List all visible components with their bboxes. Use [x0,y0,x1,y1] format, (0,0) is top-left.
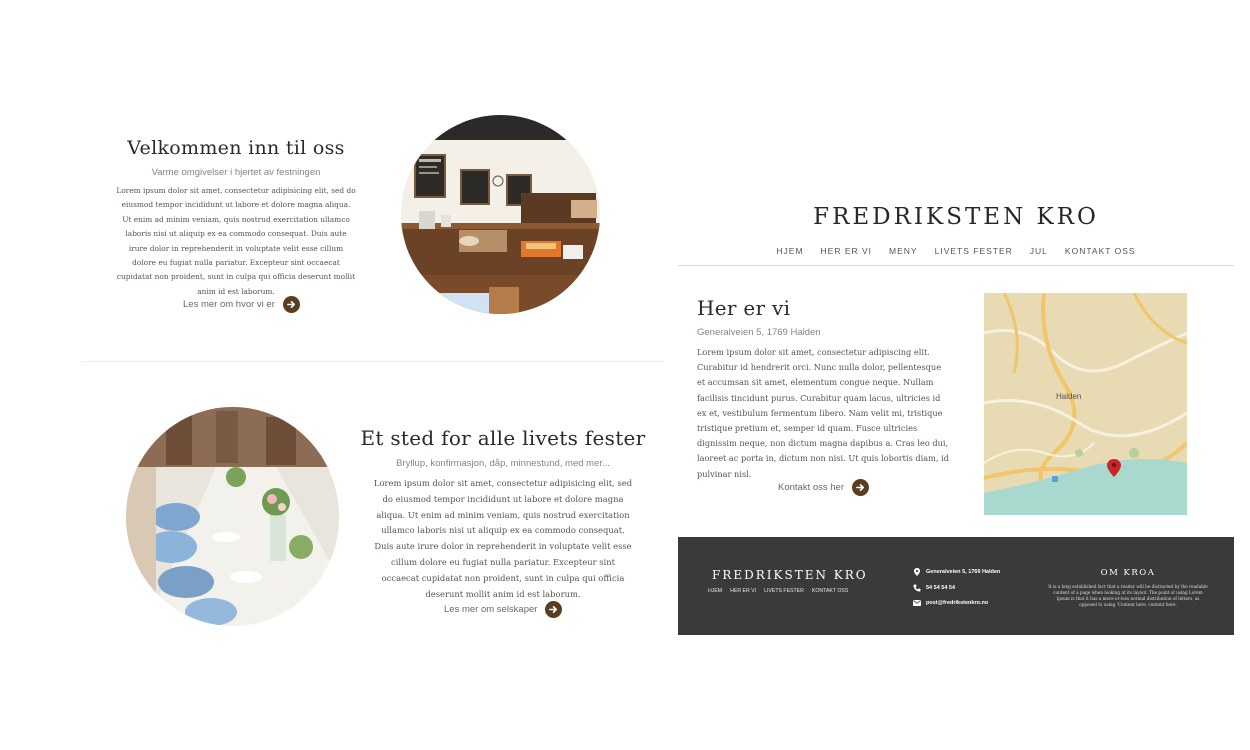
nav-item-here[interactable]: HER ER VI [821,246,873,256]
footer-nav-contact[interactable]: KONTAKT OSS [812,588,848,594]
arrow-right-icon [545,601,563,618]
envelope-icon [913,600,921,606]
page-title: Her er vi [697,296,791,320]
footer-about-title: OM KROA [1100,568,1156,578]
contact-us-label: Kontakt oss her [778,482,845,493]
footer-nav-home[interactable]: HJEM [708,588,722,594]
section-subtitle-welcome: Varme omgivelser i hjertet av festningen [151,167,321,178]
site-footer: FREDRIKSTEN KRO HJEM HER ER VI LIVETS FE… [678,537,1234,635]
cafe-interior-photo [401,115,600,314]
read-more-events-link[interactable]: Les mer om selskaper [444,601,563,618]
footer-contact-info: Generalveien 5, 1769 Halden 54 54 54 54 … [913,568,1000,615]
section-divider [82,361,664,362]
location-map[interactable]: Halden [984,293,1187,515]
footer-phone[interactable]: 54 54 54 54 [926,585,955,591]
section-subtitle-celebrations: Bryllup, konfirmasjon, dåp, minnestund, … [396,458,610,469]
nav-item-christmas[interactable]: JUL [1030,246,1048,256]
read-more-location-label: Les mer om hvor vi er [183,299,275,310]
location-body: Lorem ipsum dolor sit amet, consectetur … [697,347,949,479]
map-marker-icon [913,568,921,576]
arrow-right-icon [852,479,870,496]
read-more-events-label: Les mer om selskaper [444,604,538,615]
section-body-welcome: Lorem ipsum dolor sit amet, consectetur … [116,186,356,296]
footer-logo-text[interactable]: FREDRIKSTEN KRO [712,568,868,582]
phone-icon [913,584,921,592]
contact-us-link[interactable]: Kontakt oss her [778,479,870,496]
footer-email-row: post@fredrikstenkro.no [913,599,1000,607]
section-title-welcome: Velkommen inn til oss [127,137,345,159]
section-title-celebrations: Et sted for alle livets fester [360,426,646,450]
address-subtitle: Generalveien 5, 1769 Halden [697,327,821,338]
main-nav: HJEM HER ER VI MENY LIVETS FESTER JUL KO… [678,246,1234,256]
footer-email[interactable]: post@fredrikstenkro.no [926,600,988,606]
nav-item-home[interactable]: HJEM [776,246,803,256]
arrow-right-icon [282,296,300,313]
footer-nav-here[interactable]: HER ER VI [730,588,756,594]
nav-item-menu[interactable]: MENY [889,246,918,256]
site-logo-text[interactable]: FREDRIKSTEN KRO [678,204,1234,230]
read-more-location-link[interactable]: Les mer om hvor vi er [183,296,300,313]
section-body-celebrations: Lorem ipsum dolor sit amet, consectetur … [373,478,633,599]
footer-about-text: It is a long established fact that a rea… [1048,584,1208,607]
nav-item-events[interactable]: LIVETS FESTER [935,246,1013,256]
nav-divider [678,265,1234,266]
nav-item-contact[interactable]: KONTAKT OSS [1065,246,1136,256]
footer-nav-events[interactable]: LIVETS FESTER [764,588,804,594]
footer-address: Generalveien 5, 1769 Halden [926,569,1001,575]
footer-phone-row: 54 54 54 54 [913,584,1000,592]
footer-about: OM KROA It is a long established fact th… [1048,568,1208,608]
map-city-label: Halden [1056,392,1081,401]
footer-nav: HJEM HER ER VI LIVETS FESTER KONTAKT OSS [708,588,848,594]
footer-address-row: Generalveien 5, 1769 Halden [913,568,1000,576]
wedding-table-photo [126,407,339,626]
